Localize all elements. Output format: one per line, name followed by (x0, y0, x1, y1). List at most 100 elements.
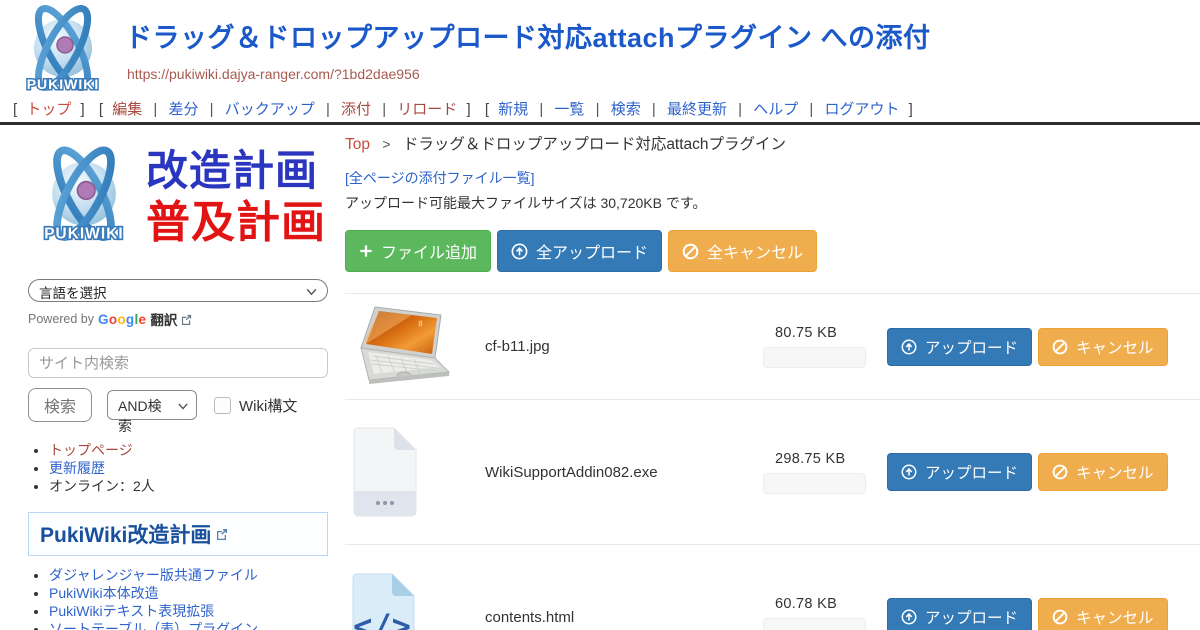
list-item: トップページ (49, 443, 330, 459)
page-title: ドラッグ＆ドロップアップロード対応attachプラグイン への添付 (125, 16, 931, 55)
upload-circle-icon (901, 464, 917, 480)
nav-item-attach[interactable]: 添付 (341, 101, 371, 118)
sidebar-item-sort-table[interactable]: ソートテーブル（表）プラグイン (49, 621, 258, 630)
pipe-separator: | (153, 101, 157, 118)
atom-logo-icon: PUKIWIKI (28, 145, 140, 249)
cancel-button[interactable]: キャンセル (1038, 598, 1168, 630)
upload-progress-bar (763, 347, 866, 368)
pipe-separator: | (738, 101, 742, 118)
breadcrumb: Top > ドラッグ＆ドロップアップロード対応attachプラグイン (345, 132, 1200, 154)
ban-icon (682, 243, 699, 260)
breadcrumb-current-page: ドラッグ＆ドロップアップロード対応attachプラグイン (403, 136, 786, 153)
external-link-icon (181, 314, 192, 325)
file-size-cell: 298.75 KB (763, 451, 871, 494)
wiki-syntax-label: Wiki構文 (239, 395, 297, 416)
powered-by-google: Powered by Google 翻訳 (28, 309, 330, 329)
file-name: cf-b11.jpg (477, 338, 763, 355)
pipe-separator: | (210, 101, 214, 118)
file-size-cell: 80.75 KB (763, 325, 871, 368)
all-attachments-link[interactable]: [全ページの添付ファイル一覧] (345, 168, 535, 188)
upload-actions: ファイル追加 全アップロード 全キャンセル (345, 230, 1200, 272)
sidebar: PUKIWIKI 改造計画 普及計画 言語を選択 Powered by Goog… (28, 138, 330, 630)
upload-circle-icon (901, 339, 917, 355)
bracket: ] (909, 101, 913, 118)
pukiwiki-logo[interactable]: PUKIWIKI (12, 5, 114, 102)
chevron-down-icon (178, 397, 188, 413)
upload-button[interactable]: アップロード (887, 598, 1032, 630)
nav-item-reload[interactable]: リロード (397, 101, 457, 118)
nav-item-edit[interactable]: 編集 (112, 101, 142, 118)
main-content: Top > ドラッグ＆ドロップアップロード対応attachプラグイン [全ページ… (345, 132, 1200, 630)
pipe-separator: | (326, 101, 330, 118)
language-select-value: 言語を選択 (39, 286, 107, 301)
nav-item-backup[interactable]: バックアップ (225, 101, 315, 118)
sidebar-item-toppage[interactable]: トップページ (49, 442, 133, 458)
bracket: [ (13, 101, 17, 118)
bracket: [ (485, 101, 489, 118)
code-file-icon: </> (352, 573, 416, 630)
powered-by-label: Powered by (28, 312, 94, 326)
sidebar-logo-text: 改造計画 普及計画 (146, 145, 326, 249)
and-search-value: AND検索 (118, 398, 162, 434)
pipe-separator: | (382, 101, 386, 118)
logo-wordmark: PUKIWIKI (27, 76, 100, 92)
file-name: contents.html (477, 609, 763, 626)
bracket: [ (99, 101, 103, 118)
upload-button[interactable]: アップロード (887, 453, 1032, 491)
page-url-link[interactable]: https://pukiwiki.dajya-ranger.com/?1bd2d… (127, 66, 420, 82)
upload-circle-icon (511, 243, 528, 260)
pipe-separator: | (596, 101, 600, 118)
sidebar-item-recent-changes[interactable]: 更新履歴 (49, 460, 105, 476)
sidebar-logo[interactable]: PUKIWIKI 改造計画 普及計画 (28, 138, 330, 256)
file-size: 80.75 KB (763, 325, 871, 341)
file-actions: アップロード キャンセル (887, 453, 1168, 491)
sidebar-item-text-extension[interactable]: PukiWikiテキスト表現拡張 (49, 603, 214, 619)
nav-item-diff[interactable]: 差分 (168, 101, 198, 118)
upload-progress-bar (763, 618, 866, 630)
file-size: 60.78 KB (763, 596, 871, 612)
upload-all-button[interactable]: 全アップロード (497, 230, 662, 272)
upload-progress-bar (763, 473, 866, 494)
cancel-button[interactable]: キャンセル (1038, 328, 1168, 366)
upload-button[interactable]: アップロード (887, 328, 1032, 366)
list-item: PukiWikiテキスト表現拡張 (49, 604, 330, 620)
pipe-separator: | (539, 101, 543, 118)
file-actions: アップロード キャンセル (887, 328, 1168, 366)
nav-item-new[interactable]: 新規 (498, 101, 528, 118)
wiki-syntax-checkbox[interactable] (214, 397, 231, 414)
language-select[interactable]: 言語を選択 (28, 279, 328, 302)
file-name: WikiSupportAddin082.exe (477, 464, 763, 481)
list-item: PukiWiki本体改造 (49, 586, 330, 602)
breadcrumb-root[interactable]: Top (345, 136, 370, 153)
logo-slogan-line1: 改造計画 (146, 145, 326, 197)
and-search-select[interactable]: AND検索 (107, 390, 197, 420)
laptop-photo-thumbnail: 8 (352, 304, 456, 390)
sidebar-section-heading[interactable]: PukiWiki改造計画 (28, 512, 328, 556)
nav-item-logout[interactable]: ログアウト (824, 101, 899, 118)
bracket: ] (81, 101, 85, 118)
sidebar-item-common-files[interactable]: ダジャレンジャー版共通ファイル (49, 567, 258, 583)
list-item: オンライン：2人 (49, 479, 330, 495)
external-link-icon (216, 528, 228, 540)
nav-item-top[interactable]: トップ (26, 101, 71, 118)
list-item: 更新履歴 (49, 461, 330, 477)
sidebar-item-core-mod[interactable]: PukiWiki本体改造 (49, 585, 159, 601)
chevron-down-icon (306, 283, 317, 298)
ban-icon (1052, 339, 1068, 355)
translate-link[interactable]: 翻訳 (150, 309, 177, 329)
cancel-button[interactable]: キャンセル (1038, 453, 1168, 491)
svg-text:</>: </> (353, 607, 411, 630)
cancel-all-button[interactable]: 全キャンセル (668, 230, 817, 272)
online-count: オンライン：2人 (49, 478, 155, 494)
nav-item-recent[interactable]: 最終更新 (667, 101, 727, 118)
site-search-input[interactable] (28, 348, 328, 378)
nav-item-list[interactable]: 一覧 (554, 101, 584, 118)
upload-file-list: 8 cf-b11.jpg 80.75 KB (345, 293, 1200, 630)
nav-item-help[interactable]: ヘルプ (753, 101, 798, 118)
add-files-button[interactable]: ファイル追加 (345, 230, 491, 272)
breadcrumb-separator: > (382, 136, 390, 152)
nav-item-search[interactable]: 検索 (611, 101, 641, 118)
list-item: ソートテーブル（表）プラグイン (49, 622, 330, 630)
file-thumbnail-cell: 8 (345, 304, 477, 390)
search-button[interactable]: 検索 (28, 388, 92, 422)
